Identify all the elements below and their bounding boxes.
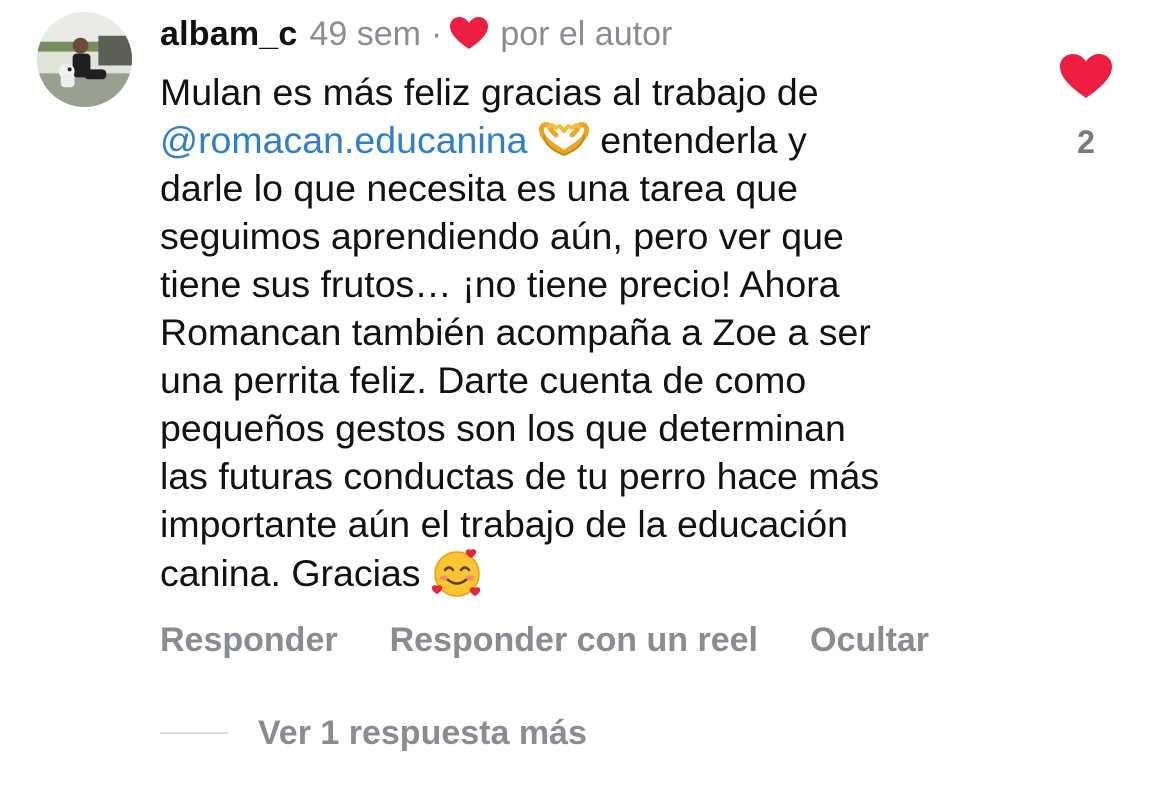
heart-hands-emoji-icon bbox=[538, 119, 590, 159]
reply-with-reel-button[interactable]: Responder con un reel bbox=[390, 621, 758, 660]
mention-link[interactable]: @romacan.educanina bbox=[160, 119, 527, 161]
comment-header: albam_c 49 sem · por el autor bbox=[160, 12, 672, 56]
comment-line: las futuras conductas de tu perro hace m… bbox=[160, 455, 880, 497]
comment-line: pequeños gestos son los que determinan bbox=[160, 407, 846, 449]
view-replies[interactable]: Ver 1 respuesta más bbox=[160, 710, 587, 756]
comment-line: tiene sus frutos… ¡no tiene precio! Ahor… bbox=[160, 263, 840, 305]
view-replies-button[interactable]: Ver 1 respuesta más bbox=[258, 714, 587, 753]
comment-line: darle lo que necesita es una tarea que bbox=[160, 167, 798, 209]
comment-actions: Responder Responder con un reel Ocultar bbox=[160, 618, 929, 662]
comment-line-head: canina. Gracias bbox=[160, 552, 431, 594]
replies-divider bbox=[160, 732, 228, 734]
comment-line: importante aún el trabajo de la educació… bbox=[160, 503, 848, 545]
smiling-face-with-hearts-emoji-icon bbox=[431, 548, 483, 598]
avatar[interactable] bbox=[37, 12, 132, 107]
comment-line-tail: entenderla y bbox=[589, 119, 807, 161]
avatar-photo bbox=[37, 12, 132, 107]
like-count: 2 bbox=[1077, 124, 1095, 160]
author-label: por el autor bbox=[500, 14, 673, 53]
comment-text: Mulan es más feliz gracias al trabajo de… bbox=[160, 68, 1020, 598]
heart-icon bbox=[450, 17, 489, 51]
comment-line: una perrita feliz. Darte cuenta de como bbox=[160, 359, 807, 401]
reply-button[interactable]: Responder bbox=[160, 621, 338, 660]
comment-line: seguimos aprendiendo aún, pero ver que bbox=[160, 215, 844, 257]
timestamp: 49 sem bbox=[309, 14, 421, 53]
hide-button[interactable]: Ocultar bbox=[810, 621, 929, 660]
like-heart-icon[interactable] bbox=[1060, 54, 1112, 100]
comment-line: Romancan también acompaña a Zoe a ser bbox=[160, 311, 871, 353]
separator: · bbox=[430, 14, 443, 53]
comment-line: canina. Gracias bbox=[160, 548, 1020, 598]
username[interactable]: albam_c bbox=[160, 15, 297, 54]
comment-line: Mulan es más feliz gracias al trabajo de bbox=[160, 71, 819, 113]
comment-line: @romacan.educanina entenderla y bbox=[160, 116, 1020, 164]
